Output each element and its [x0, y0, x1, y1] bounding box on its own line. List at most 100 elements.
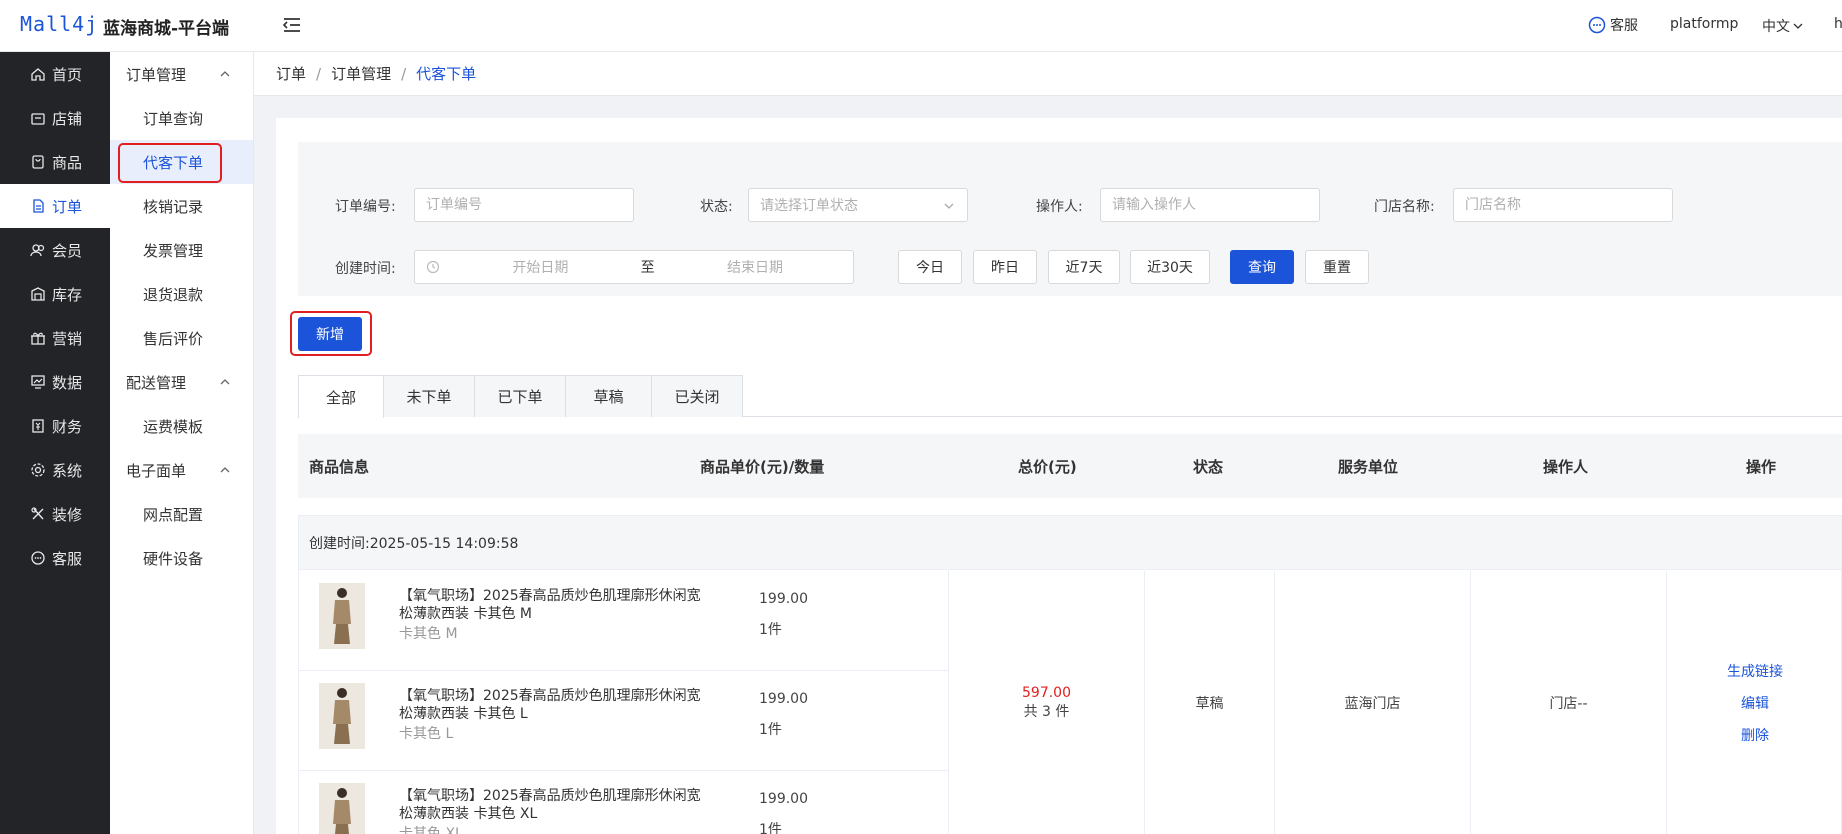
product-name[interactable]: 【氧气职场】2025春高品质炒色肌理廓形休闲宽松薄款西装 卡其色 XL — [399, 787, 709, 823]
filter-area: 订单编号: 状态: 请选择订单状态 操作人: 门店名称: 创建时间: 开始日期 … — [298, 142, 1842, 296]
decorate-icon — [31, 507, 44, 520]
sidebar-item-member[interactable]: 会员 — [0, 228, 110, 272]
sidebar-item-decorate[interactable]: 装修 — [0, 492, 110, 536]
operator-label: 操作人: — [1036, 199, 1083, 215]
product-thumbnail[interactable] — [319, 583, 365, 649]
last-7-days-button[interactable]: 近7天 — [1048, 250, 1120, 284]
submenu-item-outlet[interactable]: 网点配置 — [110, 492, 253, 536]
top-header: Mall4j 蓝海商城-平台端 客服 platformp 中文 h — [0, 0, 1842, 52]
order-no-label: 订单编号: — [335, 199, 396, 215]
delete-button[interactable]: 删除 — [1741, 725, 1769, 745]
submenu-item-review[interactable]: 售后评价 — [110, 316, 253, 360]
submenu-item-writeoff[interactable]: 核销记录 — [110, 184, 253, 228]
product-price: 199.00 — [759, 591, 808, 607]
sidebar-item-finance[interactable]: 财务 — [0, 404, 110, 448]
submenu-item-freight[interactable]: 运费模板 — [110, 404, 253, 448]
reset-button[interactable]: 重置 — [1305, 250, 1369, 284]
product-thumbnail[interactable] — [319, 783, 365, 834]
user-name[interactable]: platformp — [1670, 16, 1738, 32]
sidebar-item-system[interactable]: 系统 — [0, 448, 110, 492]
operator-input[interactable] — [1112, 189, 1319, 221]
header-total: 总价(元) — [1018, 458, 1077, 476]
submenu-item-order-query[interactable]: 订单查询 — [110, 96, 253, 140]
product-qty: 1件 — [759, 622, 782, 638]
store-input[interactable] — [1465, 189, 1672, 221]
order-no-input[interactable] — [426, 189, 633, 221]
submenu-item-refund[interactable]: 退货退款 — [110, 272, 253, 316]
submenu-item-hardware[interactable]: 硬件设备 — [110, 536, 253, 580]
tab-draft[interactable]: 草稿 — [565, 375, 652, 417]
breadcrumb-level1[interactable]: 订单 — [276, 63, 306, 84]
order-status: 草稿 — [1195, 696, 1224, 712]
submenu-item-proxy-order[interactable]: 代客下单 — [110, 140, 253, 184]
sidebar-item-shop[interactable]: 店铺 — [0, 96, 110, 140]
submenu-group-order-management[interactable]: 订单管理 — [110, 52, 253, 96]
query-button[interactable]: 查询 — [1230, 250, 1294, 284]
breadcrumb-level2[interactable]: 订单管理 — [331, 63, 391, 84]
sidebar-label: 库存 — [52, 285, 83, 304]
header-product-info: 商品信息 — [309, 458, 370, 476]
submenu-group-delivery[interactable]: 配送管理 — [110, 360, 253, 404]
today-button[interactable]: 今日 — [898, 250, 962, 284]
chevron-down-icon — [1793, 23, 1803, 29]
status-select[interactable]: 请选择订单状态 — [748, 188, 968, 222]
breadcrumb-separator: / — [401, 64, 407, 83]
store-label: 门店名称: — [1374, 199, 1435, 215]
order-total-cell: 597.00 共 3 件 — [949, 571, 1145, 834]
sidebar-label: 装修 — [52, 505, 83, 524]
table-row: 【氧气职场】2025春高品质炒色肌理廓形休闲宽松薄款西装 卡其色 M 卡其色 M… — [299, 571, 949, 671]
sidebar-label: 首页 — [52, 65, 83, 84]
tab-all[interactable]: 全部 — [298, 375, 384, 418]
sidebar-item-product[interactable]: 商品 — [0, 140, 110, 184]
chevron-up-icon — [220, 71, 230, 77]
header-actions: 操作 — [1746, 458, 1777, 476]
last-30-days-button[interactable]: 近30天 — [1130, 250, 1210, 284]
submenu-item-invoice[interactable]: 发票管理 — [110, 228, 253, 272]
tab-ordered[interactable]: 已下单 — [474, 375, 566, 417]
breadcrumb-separator: / — [316, 64, 322, 83]
end-date-placeholder[interactable]: 结束日期 — [727, 257, 783, 277]
operator-field[interactable] — [1100, 188, 1320, 222]
create-time-label: 创建时间: — [335, 261, 396, 277]
sidebar-item-order[interactable]: 订单 — [0, 184, 110, 228]
generate-link-button[interactable]: 生成链接 — [1727, 661, 1783, 681]
product-name[interactable]: 【氧气职场】2025春高品质炒色肌理廓形休闲宽松薄款西装 卡其色 L — [399, 687, 709, 723]
yesterday-button[interactable]: 昨日 — [973, 250, 1037, 284]
product-thumbnail[interactable] — [319, 683, 365, 749]
chevron-down-icon — [944, 203, 954, 209]
member-icon — [30, 244, 45, 257]
date-range-picker[interactable]: 开始日期 至 结束日期 — [414, 250, 854, 284]
header-service-unit: 服务单位 — [1338, 458, 1399, 476]
customer-service-link[interactable]: 客服 — [1588, 15, 1638, 35]
sidebar-item-data[interactable]: 数据 — [0, 360, 110, 404]
add-order-button[interactable]: 新增 — [298, 317, 362, 351]
group-label: 订单管理 — [126, 65, 187, 84]
product-name[interactable]: 【氧气职场】2025春高品质炒色肌理廓形休闲宽松薄款西装 卡其色 M — [399, 587, 709, 623]
order-no-field[interactable] — [414, 188, 634, 222]
sub-sidebar: 订单管理 订单查询 代客下单 核销记录 发票管理 退货退款 售后评价 配送管理 … — [110, 52, 254, 834]
sidebar-label: 数据 — [52, 373, 83, 392]
store-field[interactable] — [1453, 188, 1673, 222]
tab-not-ordered[interactable]: 未下单 — [383, 375, 475, 417]
status-label: 状态: — [700, 199, 733, 215]
sidebar-item-service[interactable]: 客服 — [0, 536, 110, 580]
sidebar-label: 财务 — [52, 417, 83, 436]
status-placeholder: 请选择订单状态 — [760, 198, 858, 214]
start-date-placeholder[interactable]: 开始日期 — [512, 257, 568, 277]
edit-button[interactable]: 编辑 — [1741, 693, 1769, 713]
home-icon — [31, 68, 45, 81]
main-panel: 订单编号: 状态: 请选择订单状态 操作人: 门店名称: 创建时间: 开始日期 … — [276, 118, 1842, 834]
menu-collapse-icon[interactable] — [281, 14, 303, 36]
chevron-up-icon — [220, 467, 230, 473]
operator-cell: 门店-- — [1471, 571, 1667, 834]
sidebar-item-stock[interactable]: 库存 — [0, 272, 110, 316]
sidebar-item-marketing[interactable]: 营销 — [0, 316, 110, 360]
language-switch[interactable]: 中文 — [1762, 16, 1804, 36]
date-range-separator: 至 — [640, 260, 655, 276]
sidebar-label: 会员 — [52, 241, 83, 260]
chat-icon — [31, 551, 45, 565]
sidebar-item-home[interactable]: 首页 — [0, 52, 110, 96]
header-unit-price-qty: 商品单价(元)/数量 — [700, 458, 825, 476]
tab-closed[interactable]: 已关闭 — [651, 375, 743, 417]
submenu-group-e-waybill[interactable]: 电子面单 — [110, 448, 253, 492]
